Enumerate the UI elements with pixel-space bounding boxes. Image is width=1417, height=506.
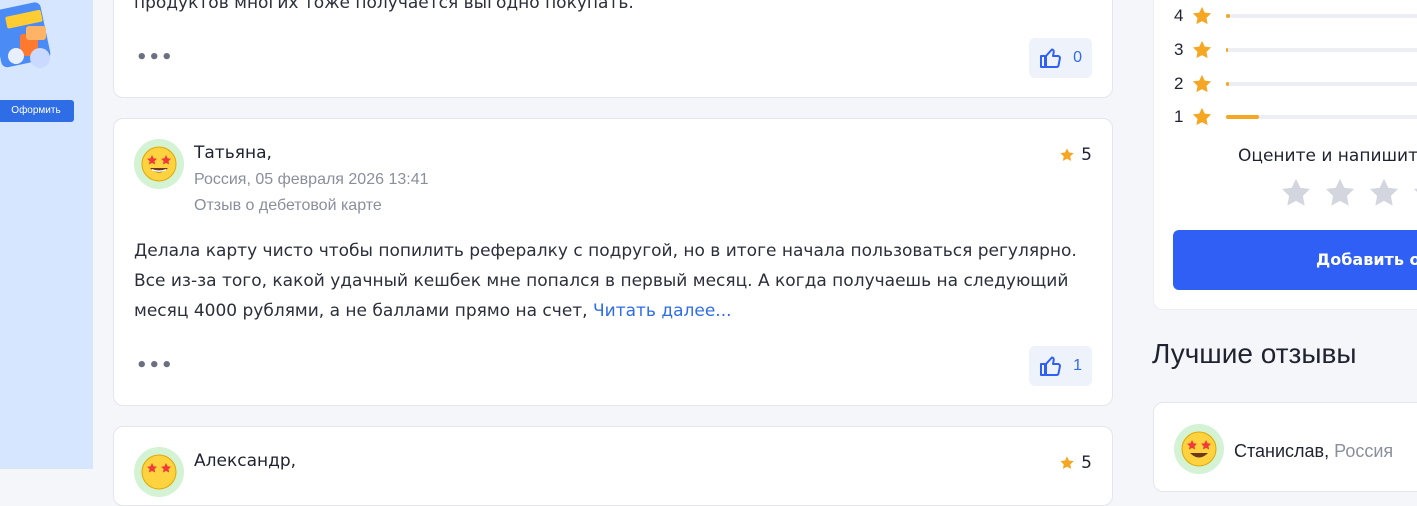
star-distribution-row: 4: [1174, 5, 1417, 27]
star-level-label: 1: [1174, 107, 1184, 126]
star-distribution-row: 1: [1174, 106, 1417, 128]
avatar: [134, 447, 184, 497]
star-level-label: 4: [1174, 6, 1184, 25]
add-review-button[interactable]: Добавить от: [1173, 230, 1417, 290]
promo-apply-button[interactable]: Оформить: [0, 100, 74, 122]
review-text: Делала карту чисто чтобы попилить рефера…: [134, 236, 1094, 326]
review-rating: 5: [1059, 453, 1092, 473]
more-options-icon[interactable]: •••: [136, 49, 174, 67]
star-struck-emoji-icon: [141, 146, 177, 182]
avatar: [1174, 424, 1224, 474]
best-review-country: Россия: [1334, 441, 1394, 461]
rate-prompt: Оцените и напишите: [1238, 146, 1417, 166]
review-author: Татьяна,: [194, 143, 272, 163]
star-icon: [1060, 148, 1074, 161]
promo-sidebar: Оформить: [0, 0, 93, 469]
best-review-author-name: Станислав,: [1234, 441, 1330, 461]
star-icon: [1192, 74, 1212, 93]
review-card: Татьяна, Россия, 05 февраля 2026 13:41 О…: [113, 118, 1113, 406]
read-more-link[interactable]: Читать далее...: [593, 301, 732, 321]
star-distribution-bar: [1226, 48, 1417, 52]
thumbs-up-icon: [1040, 356, 1061, 376]
star-struck-emoji-icon: [1181, 431, 1217, 467]
best-review-card[interactable]: Станислав, Россия: [1153, 402, 1417, 492]
best-review-author: Станислав, Россия: [1234, 441, 1393, 462]
like-button[interactable]: 1: [1029, 346, 1092, 386]
review-card: Александр, 5: [113, 426, 1113, 506]
star-distribution-fill: [1226, 48, 1228, 52]
star-distribution-fill: [1226, 115, 1259, 119]
rating-value: 5: [1081, 453, 1092, 473]
thumbs-up-icon: [1040, 48, 1061, 68]
star-distribution-row: 2: [1174, 73, 1417, 95]
review-rating: 5: [1059, 145, 1092, 165]
review-subject: Отзыв о дебетовой карте: [194, 197, 382, 214]
star-level-label: 2: [1174, 74, 1184, 93]
like-button[interactable]: 0: [1029, 38, 1092, 78]
review-text: продуктов многих тоже получается выгодно…: [134, 0, 634, 13]
avatar: [134, 139, 184, 189]
rate-star-icon[interactable]: [1410, 176, 1417, 210]
rate-stars[interactable]: [1278, 176, 1417, 210]
rate-star-icon[interactable]: [1278, 176, 1314, 210]
star-level-label: 3: [1174, 40, 1184, 59]
rate-star-icon[interactable]: [1322, 176, 1358, 210]
star-icon: [1192, 107, 1212, 126]
review-author: Александр,: [194, 451, 297, 471]
star-distribution-fill: [1226, 82, 1229, 86]
like-count: 1: [1073, 357, 1082, 374]
star-icon: [1192, 40, 1212, 59]
like-count: 0: [1073, 49, 1082, 66]
star-distribution-bar: [1226, 14, 1417, 18]
star-icon: [1192, 6, 1212, 25]
more-options-icon[interactable]: •••: [136, 357, 174, 375]
best-reviews-title: Лучшие отзывы: [1152, 338, 1357, 369]
promo-illustration-icon: [0, 2, 51, 68]
rate-star-icon[interactable]: [1366, 176, 1402, 210]
star-distribution-row: 3: [1174, 39, 1417, 61]
star-distribution-bar: [1226, 115, 1417, 119]
rating-value: 5: [1081, 145, 1092, 165]
rating-summary-panel: 4 3 2 1 Оцените и напишите Добавить от: [1153, 0, 1417, 310]
star-struck-emoji-icon: [141, 454, 177, 490]
review-location-date: Россия, 05 февраля 2026 13:41: [194, 171, 429, 188]
review-card: продуктов многих тоже получается выгодно…: [113, 0, 1113, 98]
star-distribution-fill: [1226, 14, 1231, 18]
star-distribution-bar: [1226, 82, 1417, 86]
